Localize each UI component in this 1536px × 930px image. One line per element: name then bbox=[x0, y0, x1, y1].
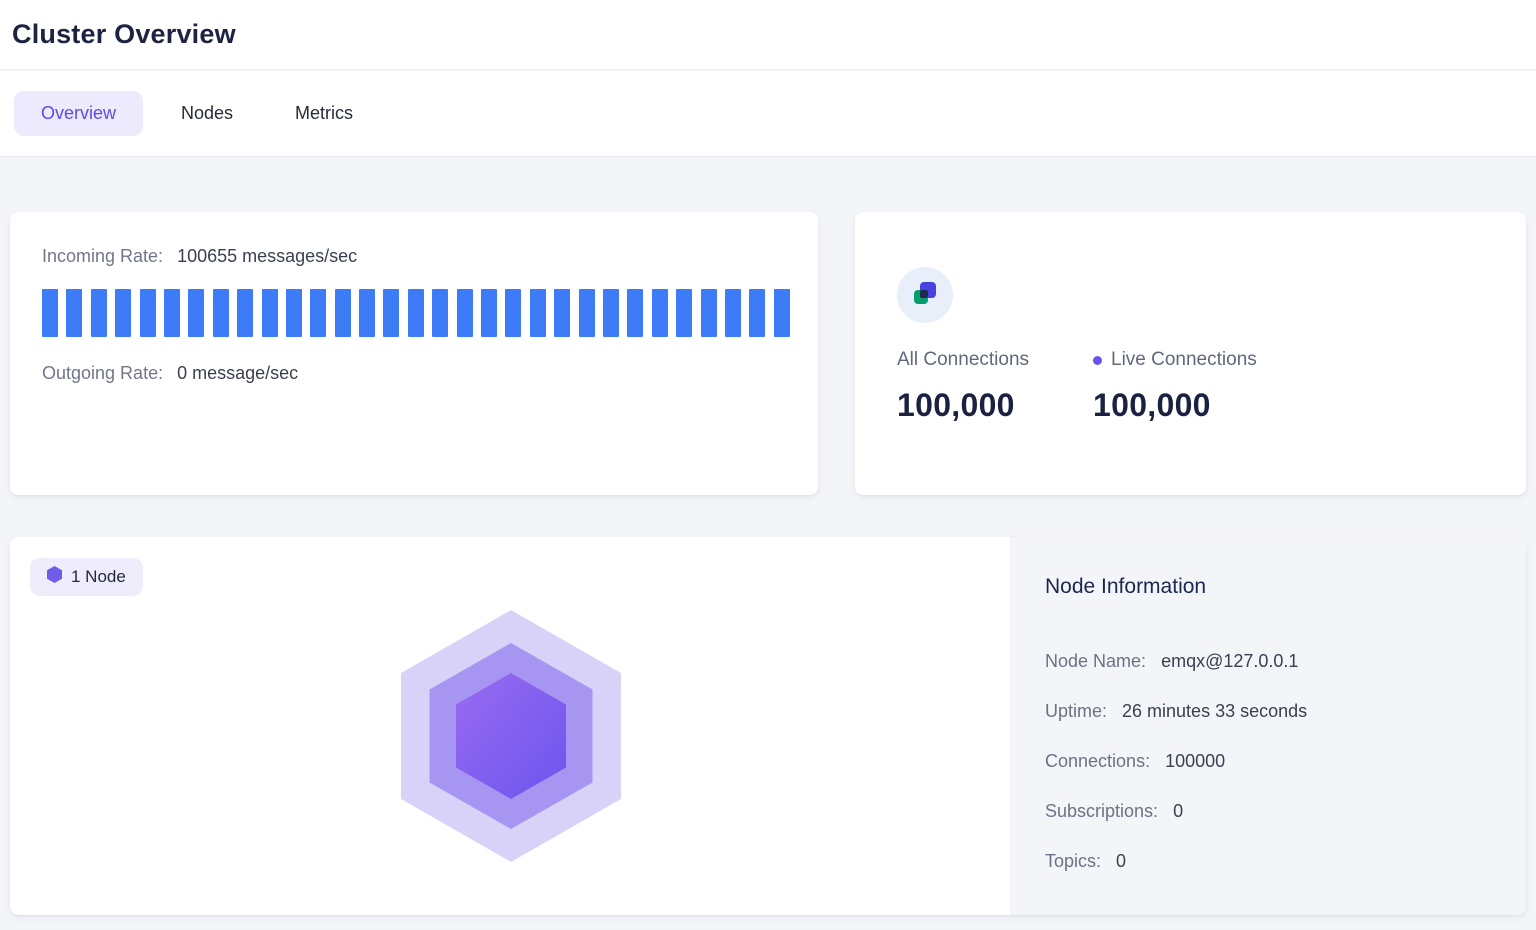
live-connections-label-text: Live Connections bbox=[1111, 349, 1257, 371]
rate-bar bbox=[652, 289, 668, 337]
node-name-value: emqx@127.0.0.1 bbox=[1161, 649, 1298, 673]
topics-row: Topics: 0 bbox=[1045, 849, 1506, 873]
rate-bar bbox=[505, 289, 521, 337]
rate-bar bbox=[383, 289, 399, 337]
tab-bar: Overview Nodes Metrics bbox=[0, 71, 1536, 157]
live-connections-value: 100,000 bbox=[1093, 387, 1289, 424]
subscriptions-row: Subscriptions: 0 bbox=[1045, 799, 1506, 823]
message-rate-card: Incoming Rate: 100655 messages/sec Outgo… bbox=[10, 212, 818, 495]
connections-value: 100000 bbox=[1165, 749, 1225, 773]
incoming-rate-row: Incoming Rate: 100655 messages/sec bbox=[42, 246, 790, 267]
rate-bar bbox=[432, 289, 448, 337]
rate-bar bbox=[286, 289, 302, 337]
subscriptions-label: Subscriptions: bbox=[1045, 799, 1158, 823]
all-connections-value: 100,000 bbox=[897, 387, 1093, 424]
outgoing-rate-label: Outgoing Rate: bbox=[42, 363, 163, 384]
connections-columns: All Connections 100,000 Live Connections… bbox=[897, 349, 1526, 424]
rate-bar bbox=[140, 289, 156, 337]
rate-bar bbox=[335, 289, 351, 337]
connections-card: All Connections 100,000 Live Connections… bbox=[855, 212, 1526, 495]
subscriptions-value: 0 bbox=[1173, 799, 1183, 823]
rate-bar bbox=[213, 289, 229, 337]
live-connections-label: Live Connections bbox=[1093, 349, 1289, 371]
rate-bar bbox=[237, 289, 253, 337]
connections-icon-circle bbox=[897, 267, 953, 323]
rate-bar bbox=[627, 289, 643, 337]
uptime-value: 26 minutes 33 seconds bbox=[1122, 699, 1307, 723]
rate-bar bbox=[359, 289, 375, 337]
outgoing-rate-row: Outgoing Rate: 0 message/sec bbox=[42, 363, 790, 384]
connections-label: Connections: bbox=[1045, 749, 1150, 773]
rate-bar bbox=[774, 289, 790, 337]
connections-row: Connections: 100000 bbox=[1045, 749, 1506, 773]
topics-value: 0 bbox=[1116, 849, 1126, 873]
incoming-rate-bars bbox=[42, 289, 790, 337]
all-connections-label: All Connections bbox=[897, 349, 1093, 371]
uptime-row: Uptime: 26 minutes 33 seconds bbox=[1045, 699, 1506, 723]
tab-metrics[interactable]: Metrics bbox=[271, 91, 377, 136]
connections-overlap-icon bbox=[909, 277, 941, 314]
incoming-rate-value: 100655 messages/sec bbox=[177, 246, 357, 267]
node-name-row: Node Name: emqx@127.0.0.1 bbox=[1045, 649, 1506, 673]
rate-bar bbox=[457, 289, 473, 337]
rate-bar bbox=[262, 289, 278, 337]
rate-bar bbox=[481, 289, 497, 337]
rate-bar bbox=[115, 289, 131, 337]
page-title: Cluster Overview bbox=[12, 19, 236, 50]
hexagon-icon bbox=[47, 566, 62, 588]
live-connections-column: Live Connections 100,000 bbox=[1093, 349, 1289, 424]
rate-bar bbox=[66, 289, 82, 337]
live-dot-icon bbox=[1093, 356, 1102, 365]
node-count-badge: 1 Node bbox=[30, 558, 143, 596]
tab-overview[interactable]: Overview bbox=[14, 91, 143, 136]
cluster-node-hexagon-graphic[interactable] bbox=[401, 610, 621, 867]
rate-bar bbox=[408, 289, 424, 337]
outgoing-rate-value: 0 message/sec bbox=[177, 363, 298, 384]
rate-bar bbox=[701, 289, 717, 337]
node-name-label: Node Name: bbox=[1045, 649, 1146, 673]
rate-bar bbox=[603, 289, 619, 337]
rate-bar bbox=[725, 289, 741, 337]
rate-bar bbox=[91, 289, 107, 337]
rate-bar bbox=[749, 289, 765, 337]
page-header: Cluster Overview bbox=[0, 0, 1536, 70]
node-information-title: Node Information bbox=[1045, 575, 1506, 599]
rate-bar bbox=[188, 289, 204, 337]
uptime-label: Uptime: bbox=[1045, 699, 1107, 723]
rate-bar bbox=[579, 289, 595, 337]
rate-bar bbox=[676, 289, 692, 337]
topics-label: Topics: bbox=[1045, 849, 1101, 873]
rate-bar bbox=[164, 289, 180, 337]
rate-bar bbox=[530, 289, 546, 337]
node-information-panel: Node Information Node Name: emqx@127.0.0… bbox=[1010, 537, 1526, 915]
tab-nodes[interactable]: Nodes bbox=[157, 91, 257, 136]
all-connections-column: All Connections 100,000 bbox=[897, 349, 1093, 424]
node-count-label: 1 Node bbox=[71, 567, 126, 587]
rate-bar bbox=[310, 289, 326, 337]
incoming-rate-label: Incoming Rate: bbox=[42, 246, 163, 267]
rate-bar bbox=[42, 289, 58, 337]
cluster-card: 1 Node Node Information Node Name: emqx@… bbox=[10, 537, 1526, 915]
rate-bar bbox=[554, 289, 570, 337]
